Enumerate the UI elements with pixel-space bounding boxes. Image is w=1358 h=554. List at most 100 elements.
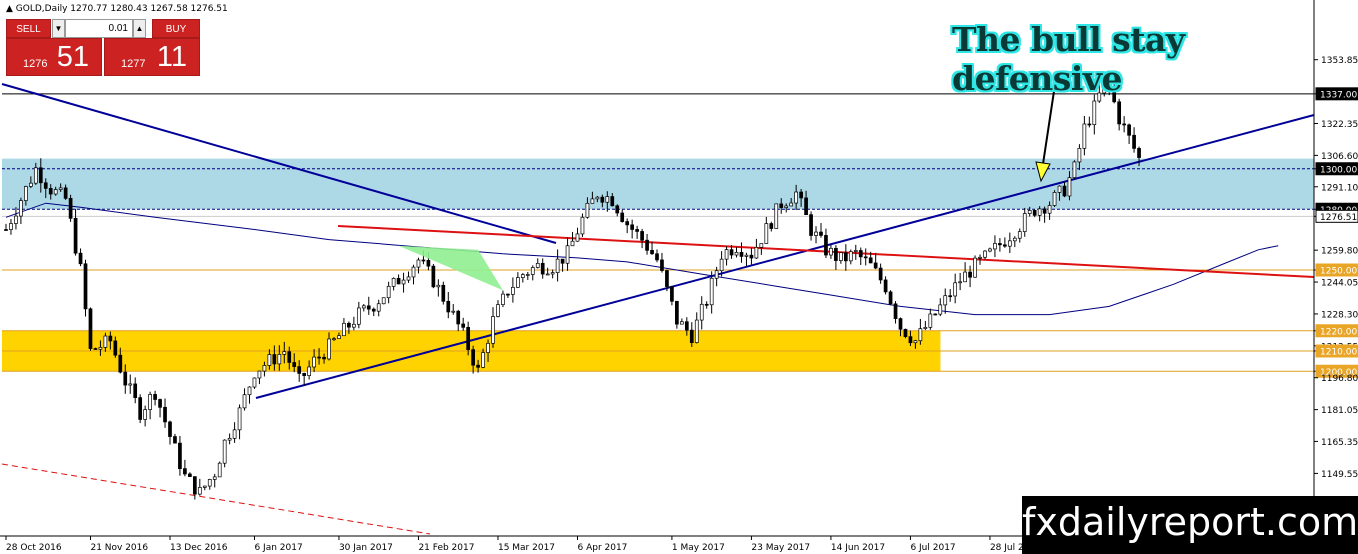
candle-body [660, 259, 664, 271]
candle-body [222, 439, 227, 464]
candle-body [347, 322, 351, 328]
lot-increase-icon[interactable]: ▲ [133, 19, 146, 38]
candle-body [232, 429, 237, 439]
candle-body [744, 254, 749, 257]
candle-body [665, 270, 669, 287]
candle-body [620, 212, 625, 222]
buy-price-prefix: 1277 [121, 58, 146, 70]
candle-body [714, 270, 719, 279]
candle-body [853, 250, 858, 252]
candle-body [565, 245, 570, 264]
candle-body [878, 267, 883, 281]
candle-body [282, 351, 287, 355]
candle-body [734, 251, 739, 256]
candle-body [520, 274, 525, 278]
candle-body [590, 198, 595, 204]
candle-body [1012, 237, 1017, 242]
sell-button[interactable]: SELL [6, 19, 51, 38]
symbol-text: GOLD,Daily 1270.77 1280.43 1267.58 1276.… [15, 4, 228, 14]
candle-body [535, 262, 540, 268]
candle-body [371, 308, 376, 312]
candle-body [242, 394, 247, 409]
lot-decrease-icon[interactable]: ▼ [52, 19, 65, 38]
candle [217, 461, 222, 478]
candle-body [376, 303, 381, 312]
candle-body [337, 335, 341, 340]
candle-body [834, 247, 838, 261]
candle-body [317, 356, 321, 359]
candle-body [441, 284, 446, 302]
candle-body [1017, 231, 1022, 239]
y-tick-label: 1165.35 [1321, 438, 1358, 448]
candle-body [163, 406, 167, 423]
candle-body [63, 187, 68, 199]
candle-body [411, 266, 416, 278]
candle-body [391, 278, 396, 287]
candle-body [988, 248, 992, 252]
candle-body [342, 322, 346, 337]
candle-body [769, 223, 774, 229]
symbol-info: ▲ GOLD,Daily 1270.77 1280.43 1267.58 127… [6, 4, 228, 14]
candle-body [461, 323, 466, 328]
candle-body [709, 277, 714, 306]
chart-window: 1353.85 1337.00 1322.35 1306.60 1300.00 1291.… [0, 0, 1358, 554]
candle-body [595, 196, 600, 200]
buy-price-button[interactable]: 1277 11 [104, 38, 200, 76]
candle-body [655, 253, 659, 261]
candle-body [993, 243, 997, 250]
candle-body [933, 313, 938, 316]
candle-body [511, 286, 515, 295]
candle-body [19, 200, 23, 217]
candle-body [694, 319, 699, 343]
candle-body [1122, 123, 1126, 126]
symbol-dropdown-icon[interactable]: ▲ [6, 4, 13, 14]
candle-body [525, 274, 530, 276]
candle-body [774, 203, 779, 229]
candle-body [28, 182, 33, 187]
candle-body [724, 249, 729, 260]
candle-body [560, 258, 565, 264]
candle-body [138, 397, 143, 420]
candle-body [1007, 240, 1012, 247]
candle-body [123, 371, 128, 386]
candle-body [103, 335, 108, 348]
candle-body [202, 485, 207, 488]
candle-body [898, 318, 903, 330]
candle-body [277, 354, 282, 365]
buy-button[interactable]: BUY [152, 19, 200, 38]
candle-body [481, 352, 485, 368]
candle-body [863, 256, 868, 259]
y-tick-label: 1210.00 [1320, 348, 1357, 358]
candle-body [421, 259, 426, 262]
candle-body [829, 247, 833, 256]
candle-body [178, 442, 182, 469]
candle-body [332, 338, 336, 341]
candle-body [322, 356, 326, 360]
y-tick-label: 1276.51 [1320, 213, 1357, 223]
candle-body [1052, 192, 1057, 206]
candle-body [491, 316, 495, 344]
candle-body [1067, 177, 1072, 197]
sell-price-button[interactable]: 1276 51 [6, 38, 102, 76]
candle-body [799, 191, 803, 199]
candle-body [1037, 208, 1042, 216]
candle-body [764, 223, 769, 244]
candle-body [257, 370, 262, 379]
candle-body [1087, 123, 1092, 126]
candle-body [684, 321, 689, 331]
candle-body [406, 276, 411, 281]
candle [580, 213, 585, 237]
candle-body [456, 310, 461, 325]
candle-body [247, 386, 252, 396]
candle-body [88, 308, 93, 349]
candle-body [635, 229, 639, 232]
candle-body [630, 224, 635, 230]
candle-body [893, 303, 898, 319]
candle-body [297, 366, 302, 374]
candle-body [401, 279, 406, 285]
candle-body [759, 243, 764, 248]
candle-body [78, 252, 83, 265]
candle-body [312, 356, 316, 368]
lot-size-input[interactable]: 0.01 [65, 19, 133, 38]
sell-price-prefix: 1276 [23, 58, 48, 70]
